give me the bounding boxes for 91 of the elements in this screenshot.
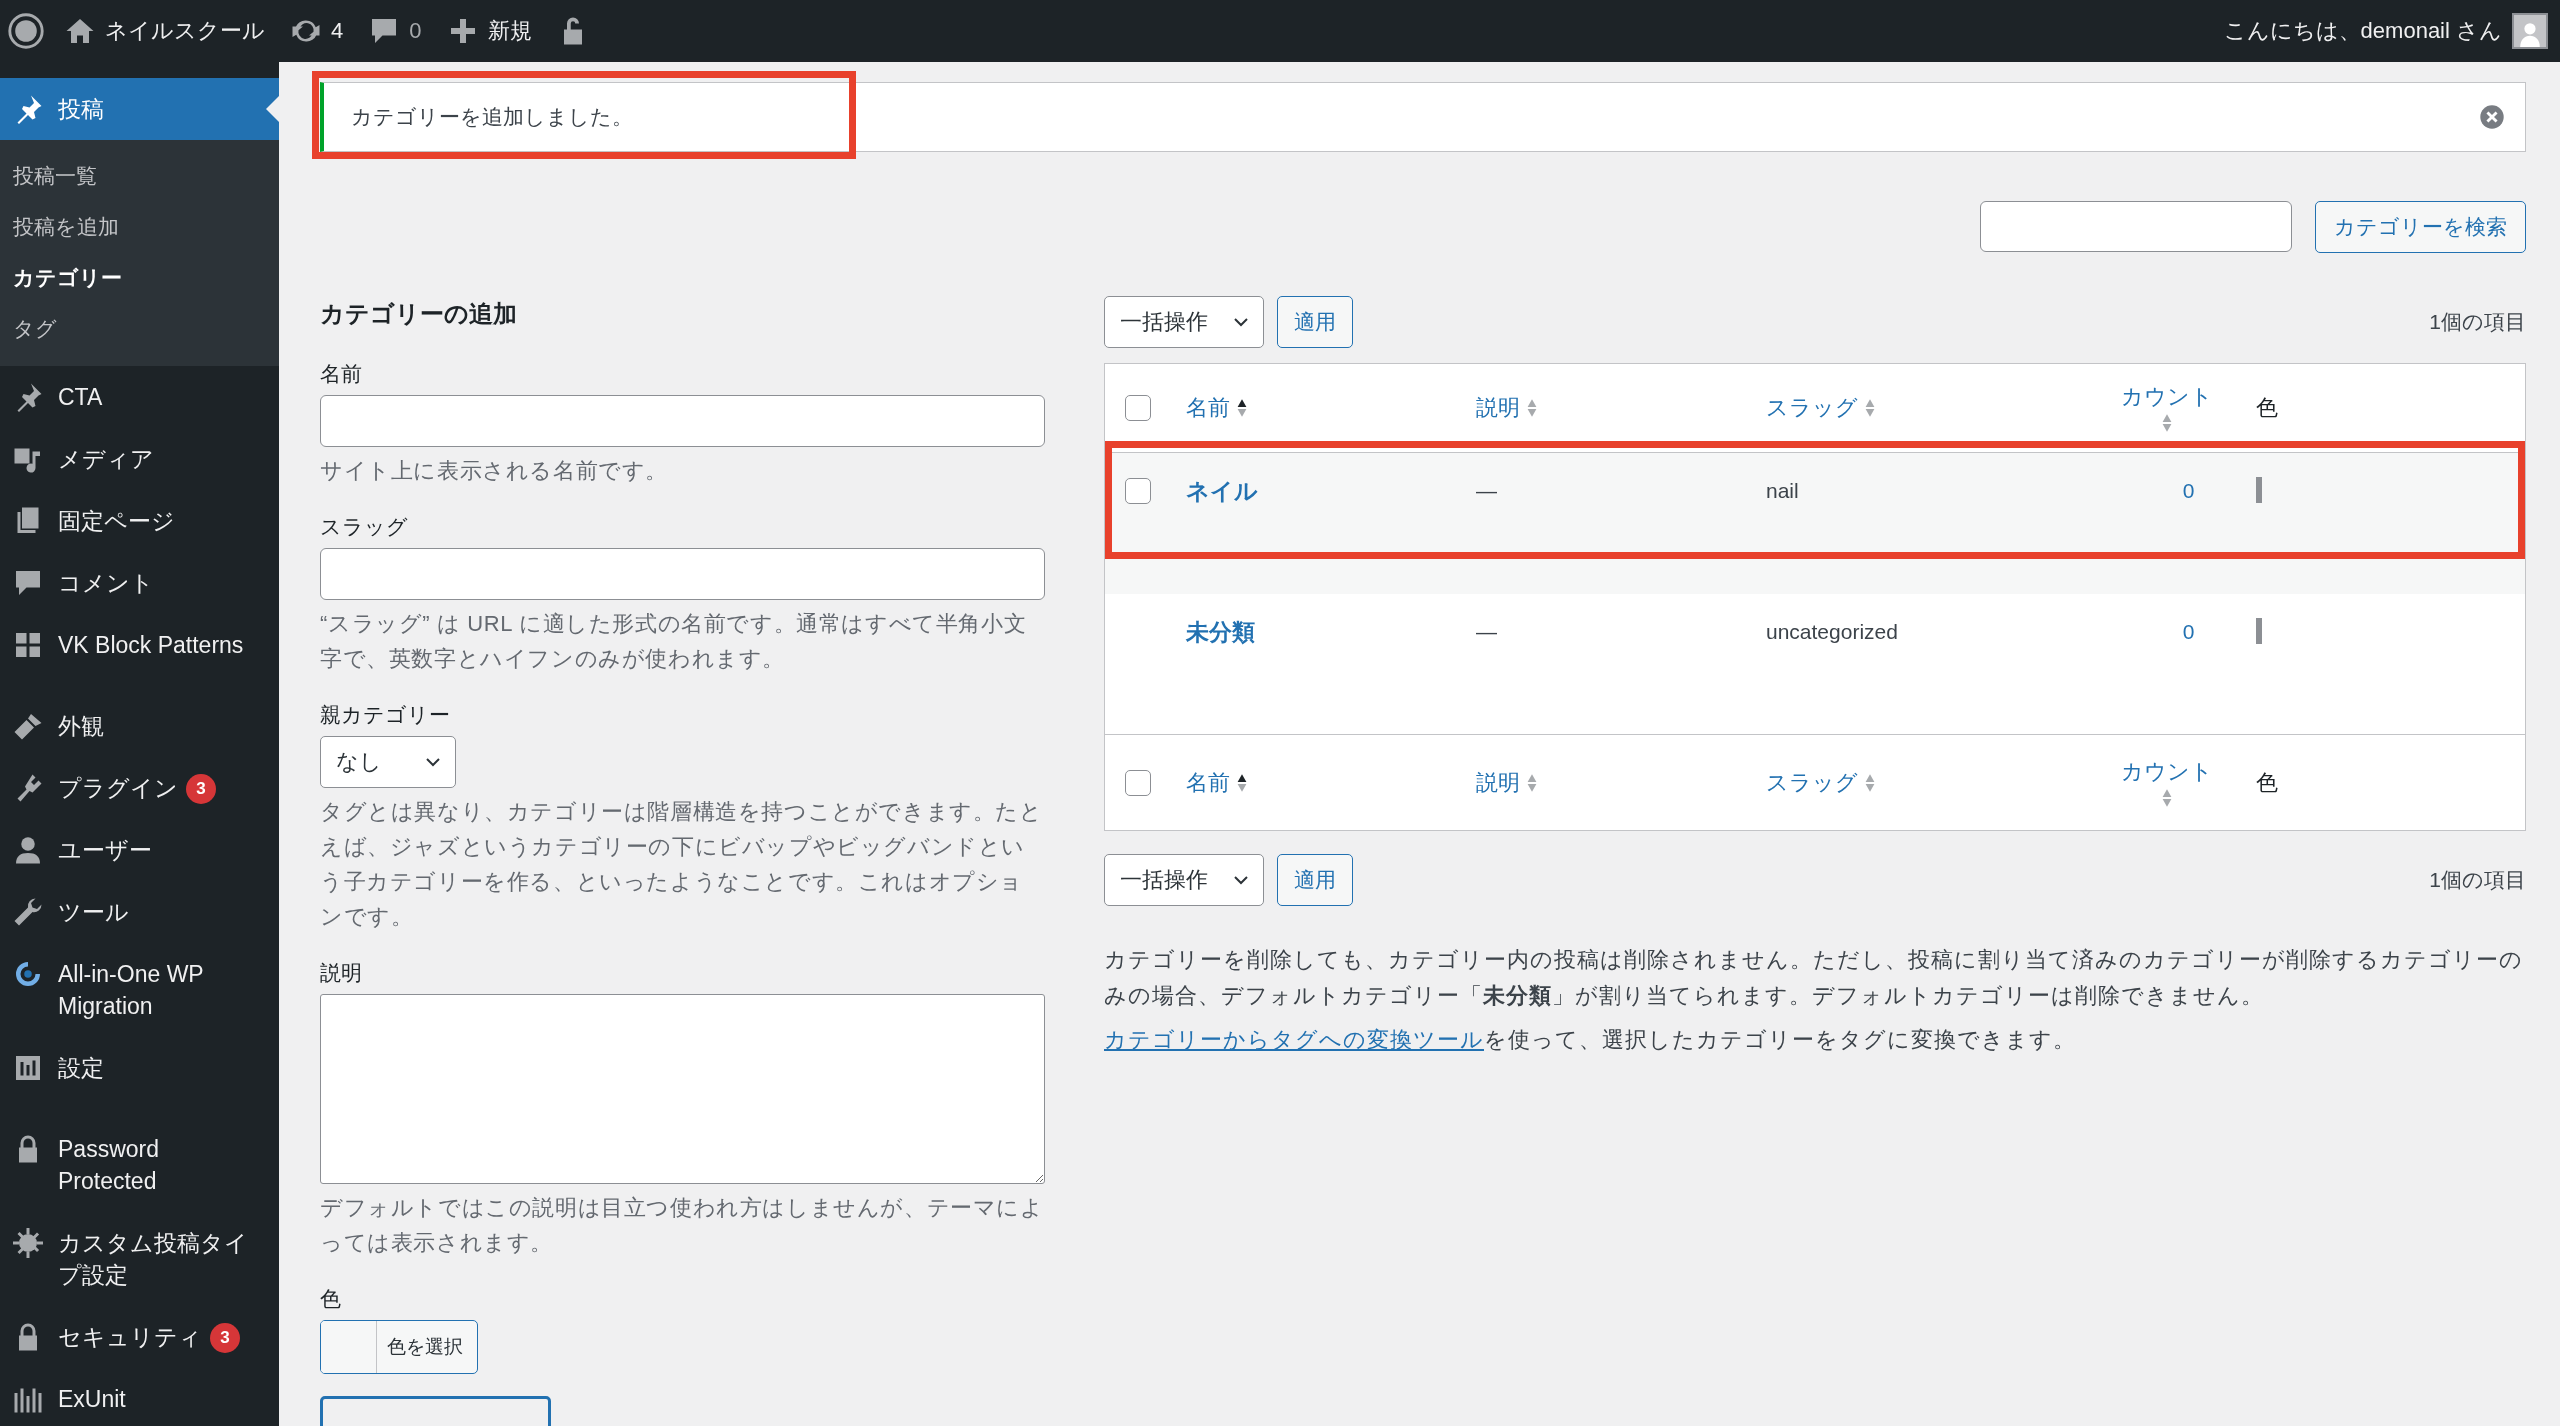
dismiss-button[interactable] [2479,104,2505,130]
menu-item[interactable]: 固定ページ [0,490,279,552]
checkbox[interactable] [1125,478,1151,504]
comments-link[interactable]: 0 [356,0,435,62]
post-count-link[interactable]: 0 [2182,479,2195,502]
category-name-link[interactable]: 未分類 [1186,618,1255,645]
logo-icon [8,13,44,49]
converter-link[interactable]: カテゴリーからタグへの変換ツール [1104,1027,1484,1052]
field-label: スラッグ [320,514,409,540]
menu-item[interactable]: カスタム投稿タイプ設定 [0,1212,279,1306]
updates-link[interactable]: 4 [278,0,357,62]
item-count: 1個の項目 [2429,867,2526,893]
search-field[interactable] [1980,201,2292,252]
column-sort-link[interactable]: 名前 [1186,767,1248,798]
column-header: 色 [2256,769,2278,795]
count-badge: 3 [186,774,216,804]
help-text: サイト上に表示される名前です。 [320,457,669,485]
paintbrush-icon [13,711,43,741]
post-count-link[interactable]: 0 [2182,619,2195,643]
table-cell: nail [1766,479,1799,502]
count-badge: 3 [210,1323,240,1353]
menu-item[interactable]: ツール [0,881,279,943]
wrench-icon [13,897,43,927]
text-field[interactable] [320,548,1045,600]
speech-bubble-icon [13,568,43,598]
table-cell: uncategorized [1766,619,1898,643]
bulk-action-select[interactable]: 一括操作 [1104,854,1264,906]
apply-button[interactable]: 適用 [1277,854,1353,906]
parent-select[interactable]: なし [320,736,456,788]
color-bar-icon [2256,617,2262,644]
gear-icon [13,1228,43,1258]
menu-item[interactable]: All-in-One WP Migration [0,943,279,1037]
account-link[interactable]: こんにちは、demonail さん [2210,0,2560,62]
item-count: 1個の項目 [2429,309,2526,335]
close-icon [2479,104,2505,130]
apply-button[interactable]: 適用 [1277,296,1353,348]
menu-item[interactable]: 外観 [0,695,279,757]
menu-item[interactable]: セキュリティ 3 [0,1306,279,1368]
home-icon [65,16,95,46]
site-link[interactable]: ネイルスクール [52,0,278,62]
column-sort-link[interactable]: 名前 [1186,393,1248,423]
notice-message: カテゴリーを追加しました。 [351,104,634,130]
text-field[interactable] [320,395,1045,447]
help-text: “スラッグ” は URL に適した形式の名前です。通常はすべて半角小文字で、英数字とハイフンのみが使われます。 [320,610,1028,673]
menu-item[interactable]: コメント [0,552,279,614]
menu-item[interactable]: メディア [0,428,279,490]
submenu-item[interactable]: 投稿一覧 [0,150,279,201]
submenu-item[interactable]: タグ [0,303,279,354]
form-heading: カテゴリーの追加 [320,299,518,329]
circular-arrow-icon [13,959,43,989]
checkbox[interactable] [1125,769,1151,796]
column-sort-link[interactable]: カウント [2121,756,2213,809]
column-sort-link[interactable]: カウント [2121,382,2213,434]
menu-item[interactable]: 投稿 [0,78,279,140]
field-label: 親カテゴリー [320,702,451,728]
menu-item[interactable]: Password Protected [0,1118,279,1212]
menu-item[interactable]: プラグイン 3 [0,757,279,819]
note-text: を使って、選択したカテゴリーをタグに変換できます。 [1484,1027,2076,1052]
sliders-icon [13,1053,43,1083]
table-cell: — [1476,479,1497,502]
field-label: 説明 [320,960,363,986]
grid-icon [13,630,43,660]
column-sort-link[interactable]: 説明 [1476,393,1538,423]
category-name-link[interactable]: ネイル [1186,478,1258,504]
bulk-action-select[interactable]: 一括操作 [1104,296,1264,348]
field-label: 名前 [320,361,363,387]
column-sort-link[interactable]: 説明 [1476,767,1538,798]
search-button[interactable]: カテゴリーを検索 [2315,201,2526,253]
submenu-item[interactable]: カテゴリー [0,252,279,303]
checkbox[interactable] [1125,395,1151,422]
menu-item[interactable]: ユーザー [0,819,279,881]
menu-item[interactable]: 設定 [0,1037,279,1099]
menu-item[interactable]: VK Block Patterns [0,614,279,676]
description-field[interactable] [320,994,1045,1184]
column-sort-link[interactable]: スラッグ [1766,767,1876,798]
submenu-item[interactable]: 投稿を追加 [0,201,279,252]
field-label: 色 [320,1286,342,1312]
column-sort-link[interactable]: スラッグ [1766,393,1876,423]
column-header: 色 [2256,395,2278,420]
user-icon [13,835,43,865]
menu-item[interactable]: ExUnit [0,1368,279,1426]
help-text: デフォルトではこの説明は目立つ使われ方はしませんが、テーマによっては表示されます。 [320,1194,1045,1257]
note-text: カテゴリーを削除しても、カテゴリー内の投稿は削除されません。ただし、投稿に割り当て済みのカテゴリーが削除するカテゴリーのみの場合、デフォルトカテゴリー「未分類」が割り当てられます。デフォルトカテゴリーは削除できません。 [1104,946,2524,1010]
color-bar-icon [2256,477,2262,503]
menu-pointer [266,96,279,122]
table-cell: — [1476,619,1497,643]
help-text: タグとは異なり、カテゴリーは階層構造を持つことができます。たとえば、ジャズというカテゴリーの下にビバップやビッグバンドという子カテゴリーを作る、といったようなことです。これはオプションです。 [320,798,1044,931]
menu-item[interactable]: CTA [0,366,279,428]
new-link[interactable]: 新規 [434,0,545,62]
color-picker-button[interactable]: 色を選択 [320,1320,478,1374]
submit-button[interactable] [320,1396,551,1426]
